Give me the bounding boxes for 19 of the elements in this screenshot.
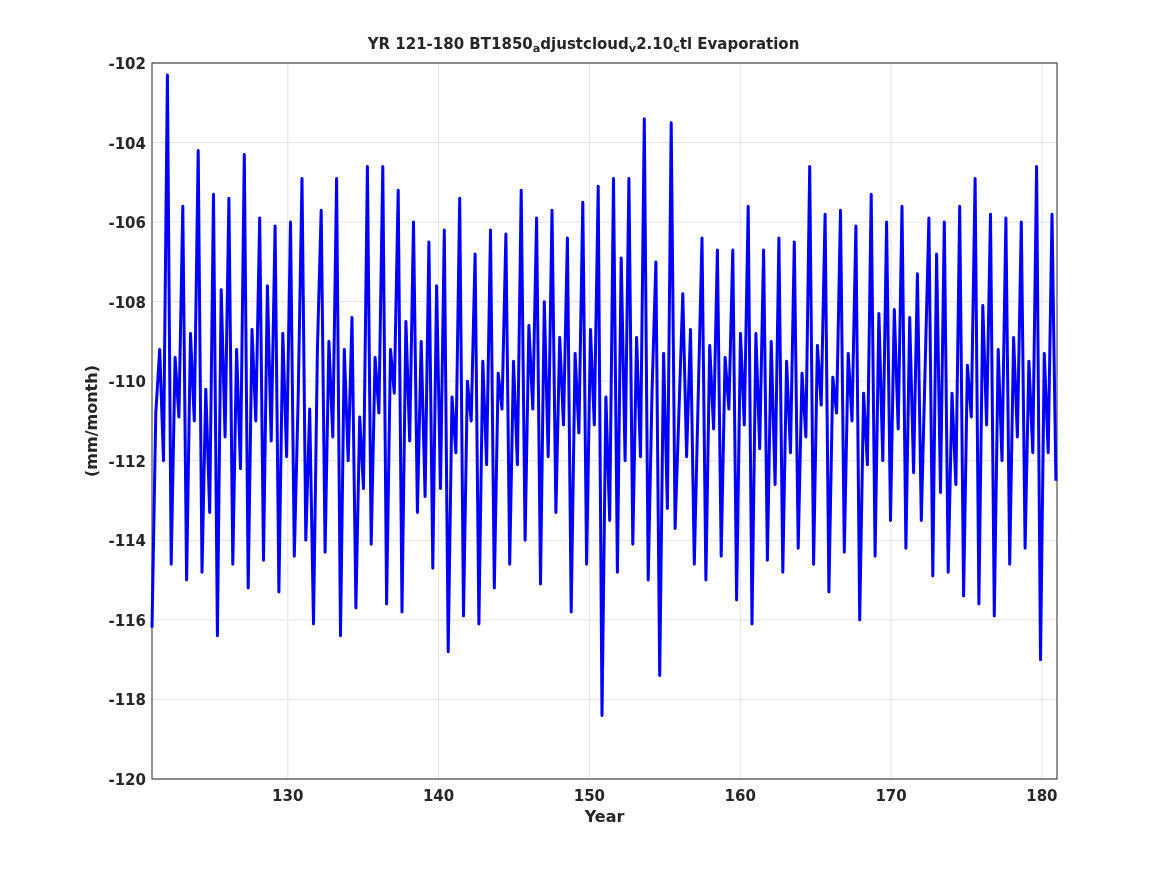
- y-tick-label: -116: [108, 611, 146, 630]
- y-tick-label: -118: [108, 691, 146, 710]
- y-tick-label: -106: [108, 214, 146, 233]
- y-tick-label: -110: [108, 373, 146, 392]
- chart-title: YR 121-180 BT1850$_{a}$djustcloud$_{v}$2.10$_{c}$tl Evaporation: [366, 34, 801, 56]
- x-tick-label: 160: [724, 787, 756, 805]
- x-tick-label: 140: [422, 787, 455, 805]
- x-tick-label: 180: [1026, 787, 1058, 805]
- y-tick-label: -102: [108, 55, 146, 73]
- y-axis-label: (mm/month): [82, 365, 101, 477]
- y-tick-label: -114: [108, 532, 146, 551]
- x-tick-label: 170: [875, 787, 907, 805]
- y-tick-label: -104: [108, 134, 146, 153]
- y-tick-label: -112: [108, 452, 146, 471]
- x-axis-label: Year: [584, 807, 625, 826]
- y-tick-label: -108: [108, 293, 146, 312]
- x-tick-label: 150: [573, 787, 606, 805]
- x-tick-label: 130: [272, 787, 304, 805]
- y-tick-label: -120: [108, 771, 146, 789]
